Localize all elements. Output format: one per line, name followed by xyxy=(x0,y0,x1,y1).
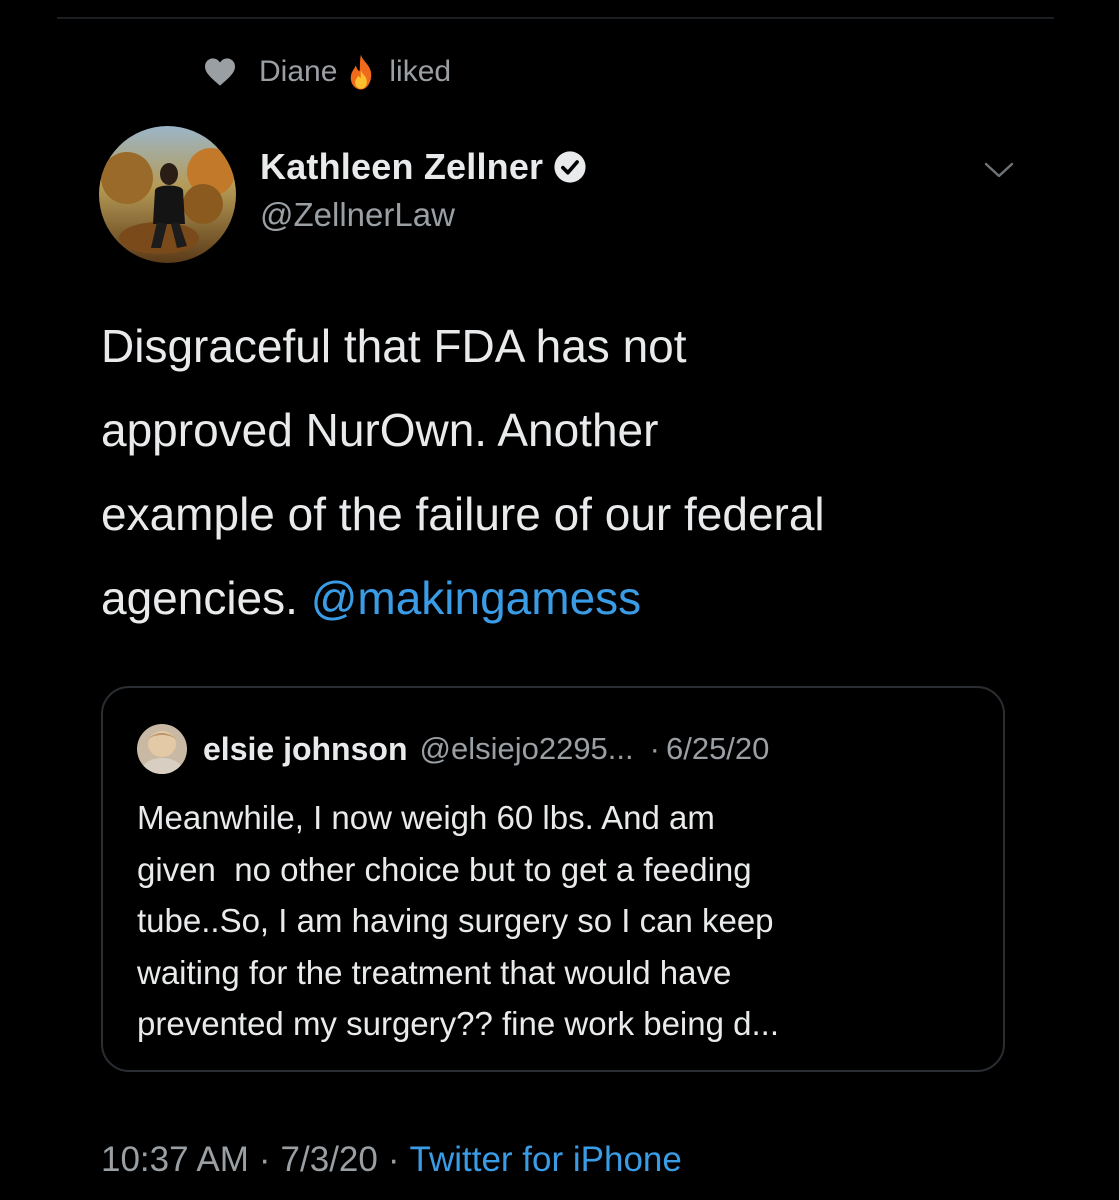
quoted-author-avatar[interactable] xyxy=(137,724,187,774)
tweet-text: Disgraceful that FDA has not approved Nu… xyxy=(101,304,1061,640)
author-handle[interactable]: @ZellnerLaw xyxy=(260,196,455,234)
quoted-date: 6/25/20 xyxy=(665,731,770,766)
social-context[interactable]: Diane liked xyxy=(203,52,451,92)
tweet-text-line: approved NurOwn. Another xyxy=(101,404,659,456)
tweet-time: 10:37 AM xyxy=(101,1140,249,1179)
quoted-author-name[interactable]: elsie johnson xyxy=(203,731,407,768)
author-name-text[interactable]: Kathleen Zellner xyxy=(260,146,543,188)
liker-name[interactable]: Diane xyxy=(259,55,337,89)
tweet-text-line: example of the failure of our federal xyxy=(101,488,825,540)
tweet-text-line: Disgraceful that FDA has not xyxy=(101,320,687,372)
tweet-source-link[interactable]: Twitter for iPhone xyxy=(410,1140,682,1180)
mention-link[interactable]: @makingamess xyxy=(311,572,641,624)
tweet-date: 7/3/20 xyxy=(280,1140,378,1179)
tweet-text-line: agencies. xyxy=(101,572,311,624)
tweet-text-line-last: agencies. @makingamess xyxy=(101,556,1061,640)
quoted-tweet-card[interactable]: elsie johnson @elsiejo2295... · 6/25/20 … xyxy=(101,686,1005,1072)
tweet-metadata: 10:37 AM · 7/3/20 · Twitter for iPhone xyxy=(101,1138,682,1182)
top-divider xyxy=(57,17,1054,19)
metadata-separator: · xyxy=(387,1140,400,1179)
quoted-tweet-header: elsie johnson @elsiejo2295... · 6/25/20 xyxy=(137,724,769,774)
author-avatar[interactable] xyxy=(99,126,236,263)
quoted-separator: · xyxy=(649,731,660,766)
metadata-separator: · xyxy=(258,1140,271,1179)
quoted-author-handle[interactable]: @elsiejo2295... xyxy=(419,731,633,767)
liked-label: liked xyxy=(389,55,452,88)
author-name[interactable]: Kathleen Zellner xyxy=(260,146,587,188)
fire-emoji-icon xyxy=(351,54,372,90)
heart-icon xyxy=(205,58,235,86)
verified-badge-icon xyxy=(554,151,586,183)
chevron-down-icon[interactable] xyxy=(982,160,1016,182)
quoted-tweet-text: Meanwhile, I now weigh 60 lbs. And am gi… xyxy=(137,799,780,1042)
